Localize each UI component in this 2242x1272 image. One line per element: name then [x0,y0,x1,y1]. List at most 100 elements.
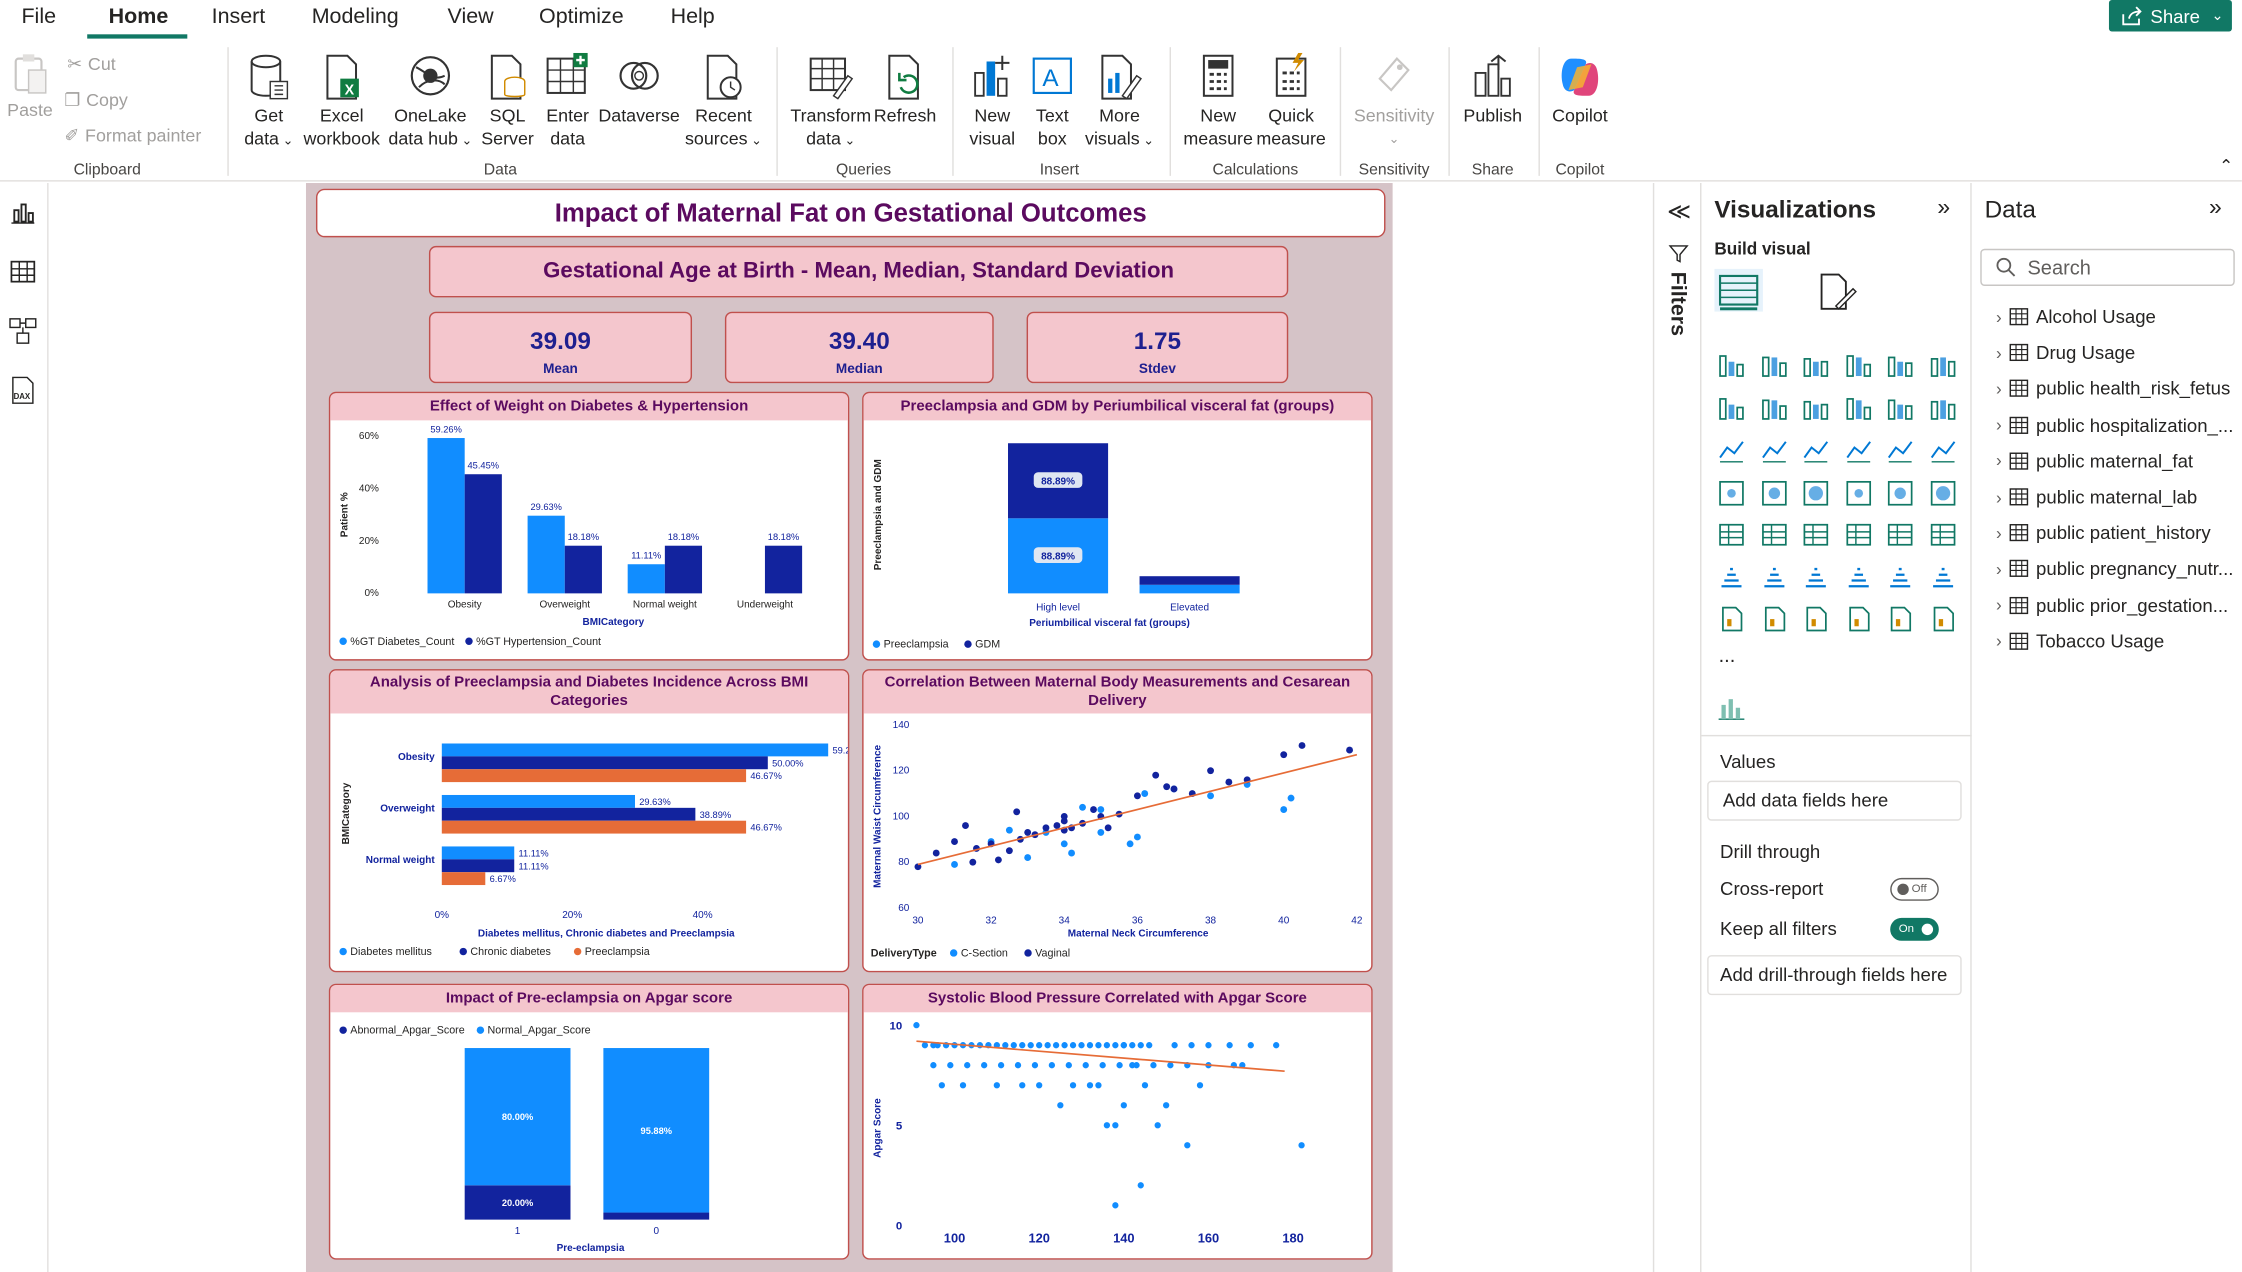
menu-insert[interactable]: Insert [212,4,266,28]
collapse-viz-icon[interactable]: » [1937,196,1950,222]
card-icon[interactable] [1927,477,1958,508]
gauge-icon[interactable] [1884,477,1915,508]
waterfall-icon[interactable] [1884,392,1915,423]
publish-button[interactable]: Publish [1458,53,1527,127]
narrative-icon[interactable] [1884,561,1915,592]
new-visual-button[interactable]: New visual [964,53,1021,150]
filters-pane-collapsed[interactable]: ≪ Filters [1652,183,1702,1272]
line-icon[interactable] [1716,392,1747,423]
funnel-col-icon[interactable] [1927,392,1958,423]
cross-report-toggle[interactable]: Off [1890,877,1939,901]
map-icon[interactable] [1758,477,1789,508]
line-column-icon[interactable] [1716,435,1747,466]
stacked-bar-icon[interactable] [1716,350,1747,381]
values-drop-zone[interactable]: Add data fields here [1707,780,1962,821]
area-icon[interactable] [1758,392,1789,423]
stdev-card[interactable]: 1.75 Stdev [1026,311,1289,384]
menu-file[interactable]: File [21,4,56,28]
menu-view[interactable]: View [448,4,494,28]
report-view-icon[interactable] [7,197,38,228]
format-visual-tab-icon[interactable] [1816,272,1859,312]
excel-workbook-button[interactable]: X Excel workbook [300,53,383,150]
visual-weight-diabetes[interactable]: Effect of Weight on Diabetes & Hypertens… [328,391,850,661]
clustered-bar-icon[interactable] [1800,350,1831,381]
data-table-item[interactable]: › Tobacco Usage [1996,630,2164,651]
filled-map-icon[interactable] [1800,477,1831,508]
data-table-item[interactable]: › public pregnancy_nutr... [1996,558,2233,579]
dataverse-button[interactable]: Dataverse [598,53,681,127]
azure-map-icon[interactable] [1842,477,1873,508]
power-automate-icon[interactable] [1800,603,1831,634]
menu-optimize[interactable]: Optimize [539,4,624,28]
ribbon-icon[interactable] [1842,392,1873,423]
data-search-input[interactable]: Search [1980,248,2235,286]
matrix-icon[interactable] [1884,519,1915,550]
python-visual-icon[interactable] [1716,561,1747,592]
key-influencers-icon[interactable] [1758,561,1789,592]
data-table-item[interactable]: › public hospitalization_... [1996,414,2233,435]
line-clustered-icon[interactable] [1758,435,1789,466]
visual-preeclampsia-apgar[interactable]: Impact of Pre-eclampsia on Apgar score A… [328,983,850,1260]
copy-button[interactable]: ❐ Copy [64,89,127,110]
dax-query-view-icon[interactable]: DAX [7,375,38,406]
funnel-icon[interactable] [1800,435,1831,466]
copilot-button[interactable]: Copilot [1544,53,1615,127]
onelake-button[interactable]: OneLake data hub ⌄ [383,53,477,152]
power-apps-icon[interactable] [1716,603,1747,634]
expand-filters-icon[interactable]: ≪ [1667,197,1691,226]
more-visuals-ellipsis[interactable]: ... [1719,643,1736,666]
multirow-card-icon[interactable] [1716,519,1747,550]
transform-data-button[interactable]: Transform data ⌄ [788,53,874,152]
enter-data-button[interactable]: Enter data [540,52,594,150]
refresh-button[interactable]: Refresh [872,53,938,127]
quick-measure-button[interactable]: Quick measure [1255,52,1326,150]
sensitivity-button[interactable]: Sensitivity ⌄ [1350,53,1439,150]
median-card[interactable]: 39.40 Median [724,311,994,384]
menu-help[interactable]: Help [671,4,715,28]
visual-preeclampsia-gdm[interactable]: Preeclampsia and GDM by Periumbilical vi… [862,391,1373,661]
kpi-icon[interactable] [1758,519,1789,550]
recent-sources-button[interactable]: Recent sources ⌄ [683,53,763,152]
metrics-icon[interactable] [1758,603,1789,634]
paste-button[interactable]: Paste [6,53,55,122]
table-icon[interactable] [1842,519,1873,550]
format-painter-button[interactable]: ✐ Format painter [64,124,201,146]
qa-icon[interactable] [1842,561,1873,592]
cut-button[interactable]: ✂ Cut [67,53,116,75]
visual-bp-apgar[interactable]: Systolic Blood Pressure Correlated with … [862,983,1373,1260]
keep-filters-toggle[interactable]: On [1890,917,1939,941]
mean-card[interactable]: 39.09 Mean [428,311,693,384]
slicer-icon[interactable] [1800,519,1831,550]
treemap-icon[interactable] [1716,477,1747,508]
donut-icon[interactable] [1927,435,1958,466]
data-table-item[interactable]: › public maternal_lab [1996,486,2197,507]
chevron-icon[interactable] [1927,603,1958,634]
more-visuals-button[interactable]: More visuals ⌄ [1084,53,1155,152]
data-table-item[interactable]: › public health_risk_fetus [1996,378,2230,399]
scatter-icon[interactable] [1842,435,1873,466]
menu-modeling[interactable]: Modeling [312,4,399,28]
get-data-button[interactable]: Get data ⌄ [240,53,297,152]
model-view-icon[interactable] [7,315,38,346]
data-table-item[interactable]: › public maternal_fat [1996,450,2193,471]
stacked-column-icon[interactable] [1758,350,1789,381]
decomposition-tree-icon[interactable] [1800,561,1831,592]
r-visual-icon[interactable] [1927,519,1958,550]
data-table-item[interactable]: › Alcohol Usage [1996,306,2156,327]
table-view-icon[interactable] [7,256,38,287]
100-bar-icon[interactable] [1884,350,1915,381]
data-table-item[interactable]: › public prior_gestation... [1996,594,2228,615]
build-visual-tab-icon[interactable] [1714,268,1763,312]
share-button[interactable]: Share ⌄ [2108,0,2232,32]
pie-icon[interactable] [1884,435,1915,466]
drill-through-drop-zone[interactable]: Add drill-through fields here [1707,955,1962,996]
100-column-icon[interactable] [1927,350,1958,381]
custom-visual-icon[interactable] [1716,693,1747,722]
new-measure-button[interactable]: New measure [1181,53,1255,150]
smart-narrative-icon[interactable] [1842,603,1873,634]
sql-server-button[interactable]: SQL Server [480,53,534,150]
data-table-item[interactable]: › Drug Usage [1996,342,2135,363]
data-table-item[interactable]: › public patient_history [1996,522,2211,543]
stacked-area-icon[interactable] [1800,392,1831,423]
paginated-icon[interactable] [1927,561,1958,592]
